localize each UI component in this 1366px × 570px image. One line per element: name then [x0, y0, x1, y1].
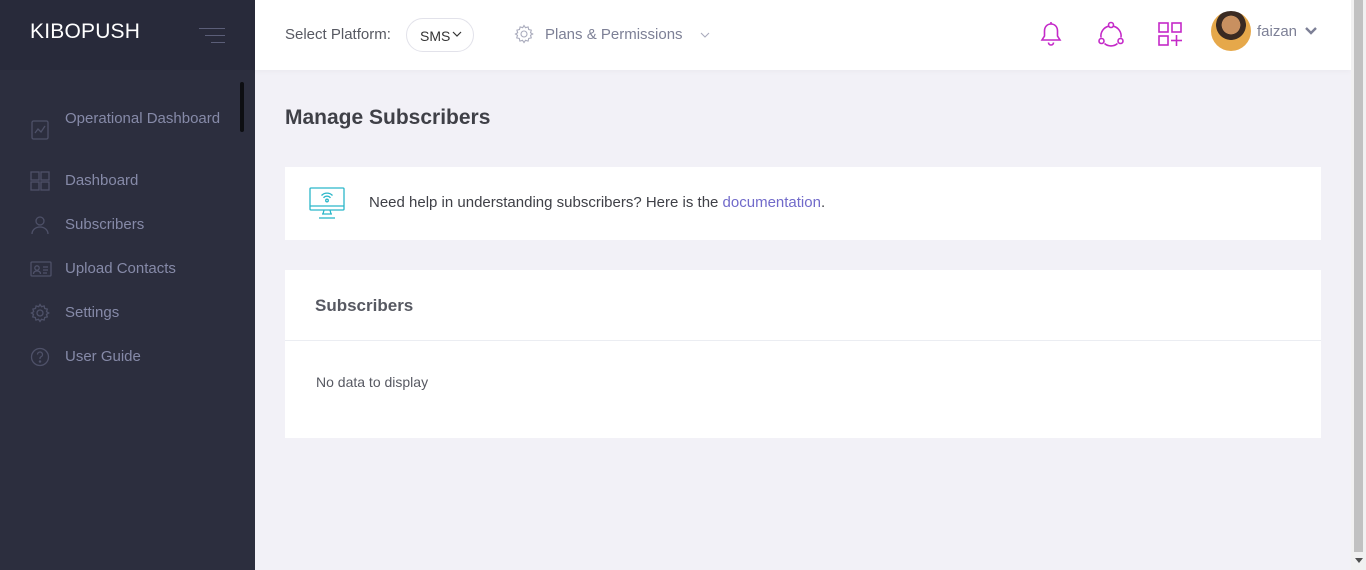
subscribers-card-header: Subscribers [285, 270, 1321, 341]
top-header: Select Platform: SMS Plans & Permissions… [255, 0, 1351, 70]
bell-icon[interactable] [1037, 20, 1065, 48]
empty-state-text: No data to display [316, 374, 429, 390]
page-title: Manage Subscribers [285, 106, 491, 129]
scrollbar-thumb[interactable] [1354, 0, 1363, 552]
sidebar-item-operational-dashboard[interactable]: Operational Dashboard [0, 108, 240, 152]
sidebar: KIBOPUSH Operational Dashboard Dashboard… [0, 0, 255, 570]
sidebar-item-upload-contacts[interactable]: Upload Contacts [0, 258, 240, 280]
plans-permissions-label: Plans & Permissions [545, 26, 683, 43]
help-text-body: Need help in understanding subscribers? … [369, 194, 723, 211]
sidebar-item-label: User Guide [65, 348, 141, 365]
avatar[interactable] [1211, 11, 1251, 51]
brand-bar: KIBOPUSH [0, 0, 255, 70]
apps-add-icon[interactable] [1156, 20, 1184, 48]
sidebar-item-label: Upload Contacts [65, 260, 176, 277]
user-icon [31, 216, 49, 235]
sidebar-item-subscribers[interactable]: Subscribers [0, 214, 240, 236]
sidebar-item-label: Subscribers [65, 216, 145, 233]
sidebar-item-dashboard[interactable]: Dashboard [0, 170, 240, 192]
platform-select[interactable]: SMS [406, 18, 474, 52]
platform-label: Select Platform: [285, 26, 391, 43]
help-text-suffix: . [820, 194, 826, 211]
page-scrollbar[interactable] [1351, 0, 1366, 570]
help-text: Need help in understanding subscribers? … [369, 194, 825, 211]
chevron-down-icon [452, 31, 462, 37]
sidebar-item-settings[interactable]: Settings [0, 302, 240, 324]
dashboard-grid-icon [30, 171, 50, 191]
platform-select-value: SMS [420, 28, 451, 44]
chevron-down-icon[interactable] [1304, 26, 1318, 36]
share-icon[interactable] [1097, 20, 1125, 48]
sidebar-item-label: Dashboard [65, 172, 139, 189]
gear-icon [514, 24, 534, 44]
gear-icon [30, 303, 50, 323]
help-card: Need help in understanding subscribers? … [285, 167, 1321, 240]
user-name[interactable]: faizan [1257, 23, 1297, 40]
subscribers-card: Subscribers No data to display [285, 270, 1321, 438]
sidebar-toggle-icon[interactable] [199, 27, 225, 45]
sidebar-item-label: Settings [65, 304, 120, 321]
contact-card-icon [30, 261, 52, 277]
chevron-down-icon [700, 32, 710, 38]
question-icon [30, 347, 50, 367]
brand-logo[interactable]: KIBOPUSH [30, 20, 140, 44]
sidebar-scrollbar[interactable] [240, 82, 244, 132]
monitor-wifi-icon [309, 187, 345, 219]
subscribers-card-title: Subscribers [315, 296, 414, 315]
documentation-link[interactable]: documentation [723, 194, 821, 211]
operational-dashboard-icon [31, 120, 49, 140]
scroll-down-arrow-icon[interactable] [1355, 558, 1363, 563]
sidebar-item-label: Operational Dashboard [65, 110, 221, 127]
sidebar-item-user-guide[interactable]: User Guide [0, 346, 240, 368]
